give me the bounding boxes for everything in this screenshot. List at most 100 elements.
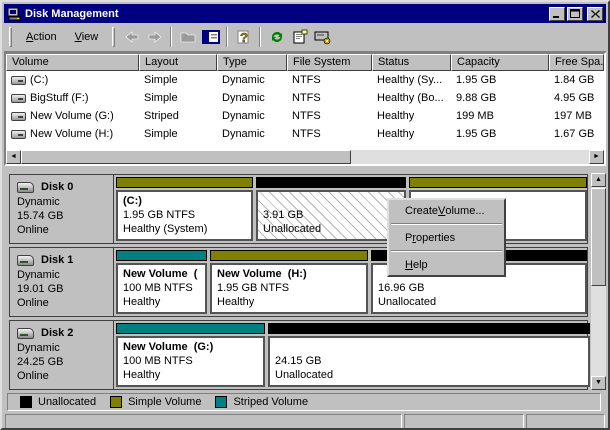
rebar-grip[interactable] (9, 27, 12, 47)
disk-state: Online (17, 297, 49, 309)
column-header-file-system[interactable]: File System (287, 54, 372, 71)
splitter[interactable] (4, 166, 606, 173)
disk-tool-icon[interactable] (311, 26, 334, 48)
vertical-scroll-thumb[interactable] (591, 188, 606, 286)
region-status: Healthy (123, 296, 161, 308)
refresh-icon[interactable] (265, 26, 288, 48)
region-simple[interactable]: New Volume (H:) 1.95 GB NTFS Healthy (210, 250, 368, 314)
region-unallocated[interactable]: 24.15 GB Unallocated (268, 323, 590, 387)
status-panel (404, 414, 524, 428)
context-menu-item-help[interactable]: Help (390, 255, 503, 274)
cell-type: Dynamic (222, 92, 265, 104)
rebar-grip[interactable] (112, 27, 116, 47)
volume-row[interactable]: (C:) Simple Dynamic NTFS Healthy (Sy... 1.95 … (6, 71, 604, 89)
region-box[interactable]: New Volume (H:) 1.95 GB NTFS Healthy (210, 263, 368, 314)
cell-capacity: 1.95 GB (456, 74, 497, 86)
column-header-capacity[interactable]: Capacity (451, 54, 549, 71)
disk-state: Online (17, 370, 49, 382)
scroll-up-button[interactable]: ▲ (591, 173, 606, 187)
cell-type: Dynamic (222, 128, 265, 140)
region-status: Healthy (System) (123, 223, 208, 235)
disk-label-0[interactable]: Disk 0 Dynamic 15.74 GB Online (10, 175, 114, 243)
horizontal-scroll-thumb[interactable] (21, 150, 351, 164)
disk-regions: New Volume (G:) 100 MB NTFS Healthy 24.15 G… (114, 321, 592, 389)
minimize-button[interactable] (549, 6, 565, 21)
folder-icon[interactable] (176, 26, 199, 48)
region-size: 1.95 GB NTFS (123, 209, 196, 221)
region-color-bar (210, 250, 368, 261)
volume-row[interactable]: New Volume (G:) Striped Dynamic NTFS Healthy… (6, 107, 604, 125)
region-striped[interactable]: New Volume (100 MB NTFS Healthy (116, 250, 207, 314)
legend-item: Simple Volume (110, 396, 201, 408)
region-status: Unallocated (378, 296, 437, 308)
titlebar: Disk Management (4, 4, 606, 23)
disk-name: Disk 0 (17, 180, 111, 194)
region-box[interactable]: 24.15 GB Unallocated (268, 336, 590, 387)
volume-row[interactable]: BigStuff (F:) Simple Dynamic NTFS Healthy (B… (6, 89, 604, 107)
region-color-bar (268, 323, 590, 334)
column-header-type[interactable]: Type (217, 54, 287, 71)
scroll-down-button[interactable]: ▼ (591, 376, 606, 390)
region-striped[interactable]: New Volume (G:) 100 MB NTFS Healthy (116, 323, 265, 387)
region-status: Unallocated (263, 223, 322, 235)
cell-layout: Simple (144, 74, 178, 86)
region-box[interactable]: (C:) 1.95 GB NTFS Healthy (System) (116, 190, 253, 241)
context-menu-item-properties[interactable]: Pr operties (390, 228, 503, 247)
region-box[interactable]: 3.91 GB Unallocated (256, 190, 406, 241)
region-status: Healthy (123, 369, 161, 381)
horizontal-scrollbar[interactable]: ◄ ► (6, 150, 604, 164)
column-header-volume[interactable]: Volume (6, 54, 139, 71)
menu-action[interactable]: Action (17, 28, 66, 46)
maximize-button[interactable] (567, 6, 583, 21)
toolbar-buttons: ? (120, 26, 334, 48)
legend-label: Striped Volume (233, 396, 309, 408)
disk-name: Disk 2 (17, 326, 111, 340)
region-status: Healthy (217, 296, 255, 308)
close-button[interactable] (587, 6, 603, 21)
cell-type: Dynamic (222, 110, 265, 122)
disk-label-2[interactable]: Disk 2 Dynamic 24.25 GB Online (10, 321, 114, 389)
region-title (275, 340, 583, 354)
disk-icon (17, 181, 34, 193)
cell-layout: Striped (144, 110, 179, 122)
vertical-scrollbar[interactable]: ▲ ▼ (591, 173, 606, 390)
region-simple[interactable]: (C:) 1.95 GB NTFS Healthy (System) (116, 177, 253, 241)
context-menu: Create Volume... Pr operties Help (387, 198, 506, 277)
region-title: New Volume (H:) (217, 268, 307, 280)
menu-separator (391, 223, 502, 225)
cell-fs: NTFS (292, 128, 321, 140)
cell-type: Dynamic (222, 74, 265, 86)
legend-item: Striped Volume (215, 396, 308, 408)
region-title (263, 194, 399, 208)
menu-view[interactable]: View (66, 28, 108, 46)
scroll-right-button[interactable]: ► (589, 150, 604, 164)
region-unallocated[interactable]: 3.91 GB Unallocated (256, 177, 406, 241)
column-header-status[interactable]: Status (372, 54, 451, 71)
region-size: 100 MB NTFS (123, 282, 193, 294)
disk-name: Disk 1 (17, 253, 111, 267)
back-icon[interactable] (120, 26, 143, 48)
app-icon (7, 7, 21, 21)
menubar: Action View (17, 28, 107, 46)
column-header-layout[interactable]: Layout (139, 54, 217, 71)
help-icon[interactable]: ? (232, 26, 255, 48)
volume-row[interactable]: New Volume (H:) Simple Dynamic NTFS Healthy 1… (6, 125, 604, 143)
disk-size: 15.74 GB (17, 210, 64, 222)
disk-size: 19.01 GB (17, 283, 64, 295)
properties-icon[interactable] (288, 26, 311, 48)
disk-label-1[interactable]: Disk 1 Dynamic 19.01 GB Online (10, 248, 114, 316)
console-tree-icon[interactable] (199, 26, 222, 48)
region-title: (C:) (123, 195, 142, 207)
context-menu-item-create-volume-[interactable]: Create Volume... (390, 201, 503, 220)
disk-graph-panel: Disk 0 Dynamic 15.74 GB Online (C:) 1.95 GB N… (4, 173, 606, 393)
cell-volume: New Volume (G:) (6, 110, 139, 122)
column-header-free-spa-[interactable]: Free Spa... (549, 54, 604, 71)
region-box[interactable]: New Volume (G:) 100 MB NTFS Healthy (116, 336, 265, 387)
cell-layout: Simple (144, 92, 178, 104)
region-box[interactable]: New Volume (100 MB NTFS Healthy (116, 263, 207, 314)
disk-icon (17, 254, 34, 266)
scroll-left-button[interactable]: ◄ (6, 150, 21, 164)
disk-management-window: Disk Management Action View ? Volume Layou… (0, 0, 610, 430)
forward-icon[interactable] (143, 26, 166, 48)
legend-item: Unallocated (20, 396, 96, 408)
